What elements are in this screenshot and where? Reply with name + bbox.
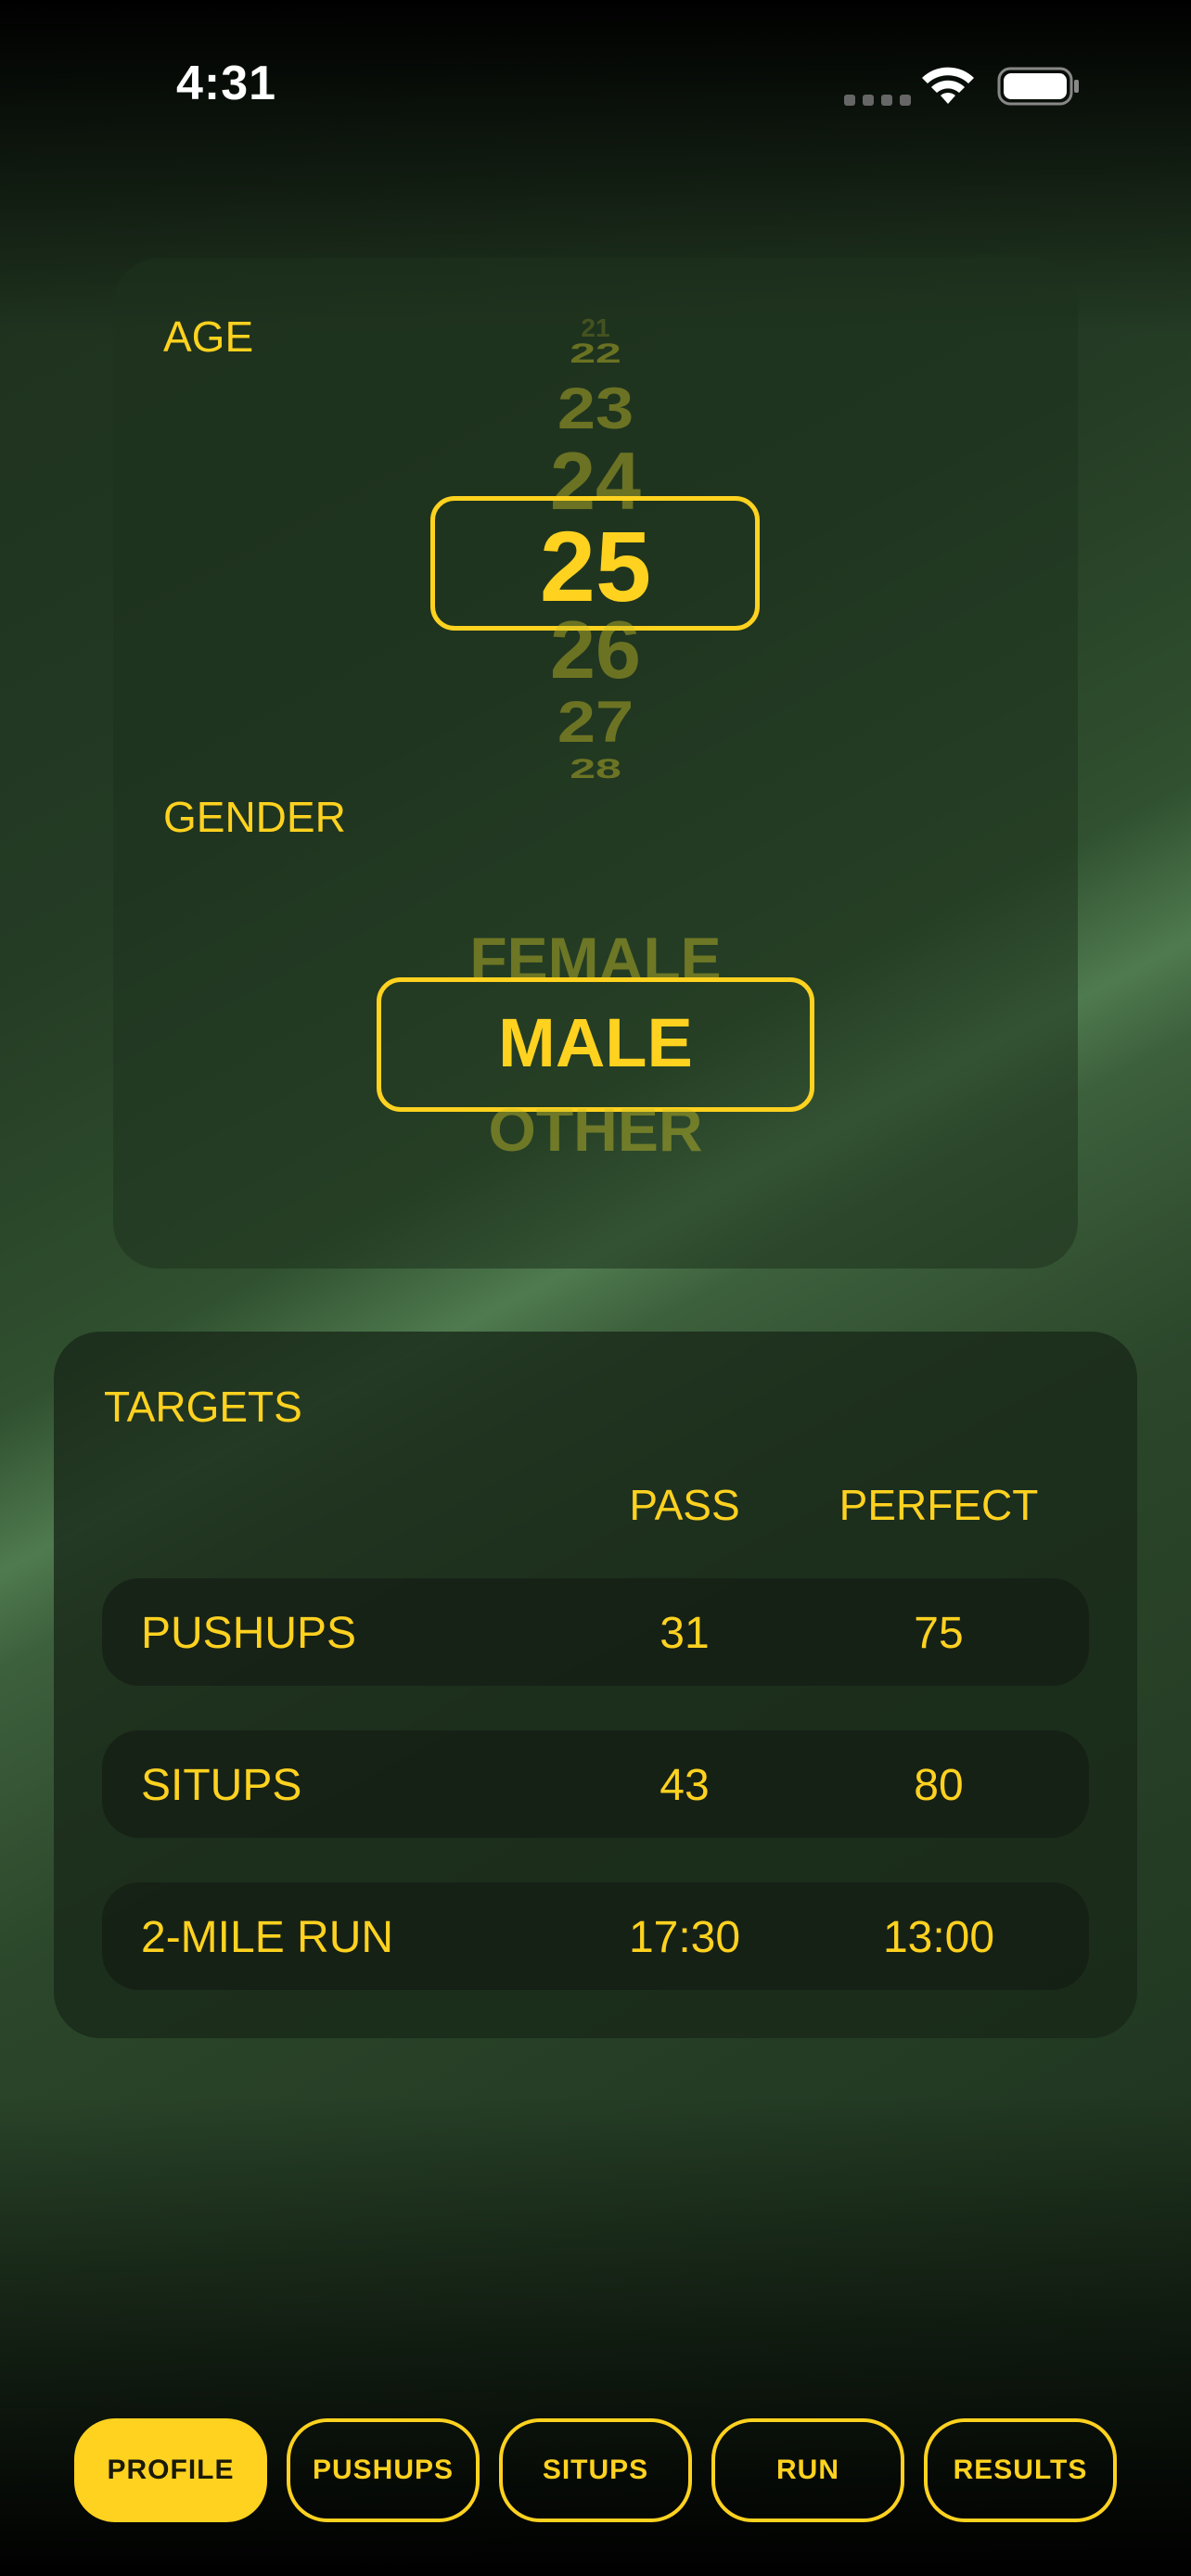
table-row: PUSHUPS 31 75: [102, 1578, 1089, 1686]
status-bar: 4:31: [0, 0, 1191, 139]
tab-run[interactable]: RUN: [711, 2418, 904, 2522]
age-label: AGE: [163, 312, 254, 361]
tab-pushups[interactable]: PUSHUPS: [287, 2418, 480, 2522]
tab-profile[interactable]: PROFILE: [74, 2418, 267, 2522]
table-row: 2-MILE RUN 17:30 13:00: [102, 1882, 1089, 1990]
tab-results[interactable]: RESULTS: [924, 2418, 1117, 2522]
tab-bar: PROFILE PUSHUPS SITUPS RUN RESULTS: [0, 2411, 1191, 2531]
battery-icon: [997, 67, 1079, 106]
cellular-signal-icon: [844, 95, 911, 106]
tab-situps[interactable]: SITUPS: [499, 2418, 692, 2522]
gender-label: GENDER: [163, 793, 346, 841]
row-label: PUSHUPS: [141, 1609, 357, 1658]
row-label: 2-MILE RUN: [141, 1913, 394, 1962]
targets-title: TARGETS: [104, 1383, 302, 1431]
row-label: SITUPS: [141, 1761, 302, 1810]
status-time: 4:31: [176, 57, 277, 110]
wifi-icon: [922, 67, 974, 104]
table-row: SITUPS 43 80: [102, 1730, 1089, 1838]
